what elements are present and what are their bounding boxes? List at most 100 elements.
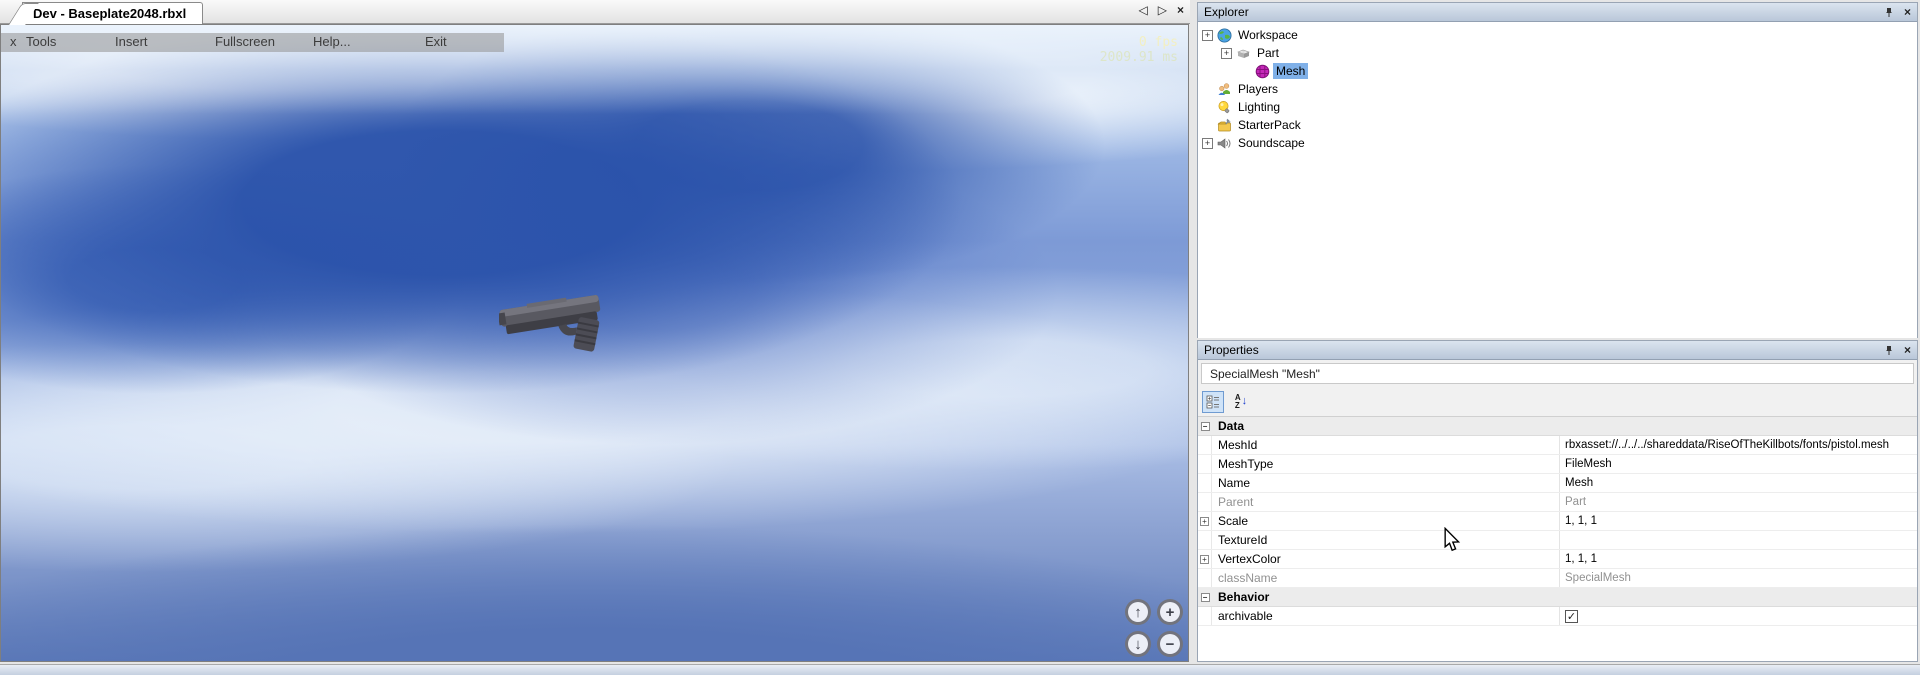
property-value: SpecialMesh: [1559, 569, 1917, 587]
tree-item-workspace[interactable]: + Workspace: [1198, 26, 1917, 44]
pin-icon[interactable]: [1884, 7, 1894, 18]
explorer-tree: + Workspace + Part Mesh Players: [1198, 22, 1917, 338]
property-row-classname: className SpecialMesh: [1198, 569, 1917, 588]
performance-overlay: 0 fps 2009.91 ms: [1100, 35, 1178, 65]
tree-item-mesh[interactable]: Mesh: [1198, 62, 1917, 80]
property-value[interactable]: FileMesh: [1559, 455, 1917, 473]
tree-item-label: Workspace: [1235, 27, 1301, 43]
menu-item-tools[interactable]: Tools: [26, 34, 56, 49]
properties-table: − Data MeshId rbxasset://../../../shared…: [1198, 417, 1917, 661]
explorer-title: Explorer: [1204, 5, 1874, 19]
starterpack-icon: [1217, 118, 1232, 133]
property-value: Part: [1559, 493, 1917, 511]
sort-arrow-icon: ↓: [1242, 396, 1248, 407]
property-value[interactable]: [1559, 531, 1917, 549]
tab-prev-icon[interactable]: ◁: [1139, 3, 1148, 17]
selected-object-label: SpecialMesh "Mesh": [1210, 367, 1320, 381]
tree-item-part[interactable]: + Part: [1198, 44, 1917, 62]
properties-panel: Properties × SpecialMesh "Mesh" A Z ↓: [1197, 340, 1918, 662]
property-name: archivable: [1212, 609, 1559, 623]
property-row-scale[interactable]: + Scale 1, 1, 1: [1198, 512, 1917, 531]
tree-item-label: StarterPack: [1235, 117, 1304, 133]
3d-viewport[interactable]: x Tools Insert Fullscreen Help... Exit 0…: [0, 24, 1189, 662]
camera-zoom-out-button[interactable]: −: [1157, 631, 1183, 657]
lighting-icon: [1217, 100, 1232, 115]
property-name: MeshId: [1212, 438, 1559, 452]
tree-item-label: Part: [1254, 45, 1282, 61]
menu-item-exit[interactable]: Exit: [425, 34, 447, 49]
pin-icon[interactable]: [1884, 345, 1894, 356]
property-row-textureid[interactable]: TextureId: [1198, 531, 1917, 550]
camera-zoom-in-button[interactable]: +: [1157, 599, 1183, 625]
expand-icon[interactable]: +: [1202, 30, 1213, 41]
tree-item-label: Lighting: [1235, 99, 1283, 115]
players-icon: [1217, 82, 1232, 97]
categorized-view-button[interactable]: [1202, 391, 1224, 413]
camera-tilt-down-button[interactable]: ↓: [1125, 631, 1151, 657]
property-name: MeshType: [1212, 457, 1559, 471]
collapse-icon[interactable]: −: [1201, 593, 1210, 602]
properties-header: Properties ×: [1198, 341, 1917, 360]
property-value: ✓: [1559, 607, 1917, 625]
explorer-header: Explorer ×: [1198, 3, 1917, 22]
categorized-icon: [1206, 395, 1220, 409]
property-name: TextureId: [1212, 533, 1559, 547]
soundscape-icon: [1217, 136, 1232, 151]
property-row-vertexcolor[interactable]: + VertexColor 1, 1, 1: [1198, 550, 1917, 569]
tree-item-label: Players: [1235, 81, 1281, 97]
camera-tilt-up-button[interactable]: ↑: [1125, 599, 1151, 625]
tree-item-soundscape[interactable]: + Soundscape: [1198, 134, 1917, 152]
workspace-icon: [1217, 28, 1232, 43]
property-row-meshtype[interactable]: MeshType FileMesh: [1198, 455, 1917, 474]
properties-title: Properties: [1204, 343, 1874, 357]
ms-counter: 2009.91 ms: [1100, 50, 1178, 65]
explorer-close-icon[interactable]: ×: [1904, 5, 1911, 19]
expand-icon[interactable]: +: [1200, 555, 1209, 564]
tab-close-icon[interactable]: ×: [1177, 3, 1184, 17]
camera-controls: ↑ + ↓ −: [1125, 599, 1183, 657]
collapse-icon[interactable]: −: [1201, 422, 1210, 431]
property-value[interactable]: 1, 1, 1: [1559, 550, 1917, 568]
menu-item-insert[interactable]: Insert: [115, 34, 148, 49]
menu-item-fullscreen[interactable]: Fullscreen: [215, 34, 275, 49]
object-selector-zone: SpecialMesh "Mesh": [1198, 360, 1917, 387]
tab-next-icon[interactable]: ▷: [1158, 3, 1167, 17]
tree-item-label: Soundscape: [1235, 135, 1308, 151]
property-name: className: [1212, 571, 1559, 585]
expand-icon[interactable]: +: [1202, 138, 1213, 149]
mesh-icon: [1255, 64, 1270, 79]
tree-item-lighting[interactable]: Lighting: [1198, 98, 1917, 116]
section-label: Behavior: [1212, 590, 1559, 604]
tab-bar: Dev - Baseplate2048.rbxl ◁ ▷ ×: [0, 0, 1190, 24]
section-label: Data: [1212, 419, 1559, 433]
tree-item-players[interactable]: Players: [1198, 80, 1917, 98]
selected-object-row[interactable]: SpecialMesh "Mesh": [1201, 363, 1914, 384]
pistol-mesh-object[interactable]: [499, 287, 619, 383]
tree-item-starterpack[interactable]: StarterPack: [1198, 116, 1917, 134]
property-row-name[interactable]: Name Mesh: [1198, 474, 1917, 493]
archivable-checkbox[interactable]: ✓: [1565, 610, 1578, 623]
alphabetical-sort-button[interactable]: A Z ↓: [1230, 391, 1252, 413]
sort-z-label: Z: [1235, 402, 1241, 410]
menu-close-icon[interactable]: x: [10, 34, 17, 49]
section-header-data[interactable]: − Data: [1198, 417, 1917, 436]
property-value[interactable]: 1, 1, 1: [1559, 512, 1917, 530]
property-value[interactable]: rbxasset://../../../shareddata/RiseOfThe…: [1559, 436, 1917, 454]
tab-nav: ◁ ▷ ×: [1139, 3, 1184, 17]
property-row-parent: Parent Part: [1198, 493, 1917, 512]
property-value[interactable]: Mesh: [1559, 474, 1917, 492]
property-row-archivable[interactable]: archivable ✓: [1198, 607, 1917, 626]
properties-close-icon[interactable]: ×: [1904, 343, 1911, 357]
fps-counter: 0 fps: [1100, 35, 1178, 50]
property-name: Name: [1212, 476, 1559, 490]
menu-bar: x Tools Insert Fullscreen Help... Exit: [1, 33, 504, 52]
document-tab[interactable]: Dev - Baseplate2048.rbxl: [22, 2, 203, 24]
property-row-meshid[interactable]: MeshId rbxasset://../../../shareddata/Ri…: [1198, 436, 1917, 455]
expand-icon[interactable]: +: [1221, 48, 1232, 59]
menu-item-help[interactable]: Help...: [313, 34, 351, 49]
explorer-panel: Explorer × + Workspace + Part Mesh: [1197, 2, 1918, 338]
section-header-behavior[interactable]: − Behavior: [1198, 588, 1917, 607]
mouse-cursor: [1443, 527, 1461, 553]
expand-icon[interactable]: +: [1200, 517, 1209, 526]
document-tab-label: Dev - Baseplate2048.rbxl: [33, 6, 186, 21]
